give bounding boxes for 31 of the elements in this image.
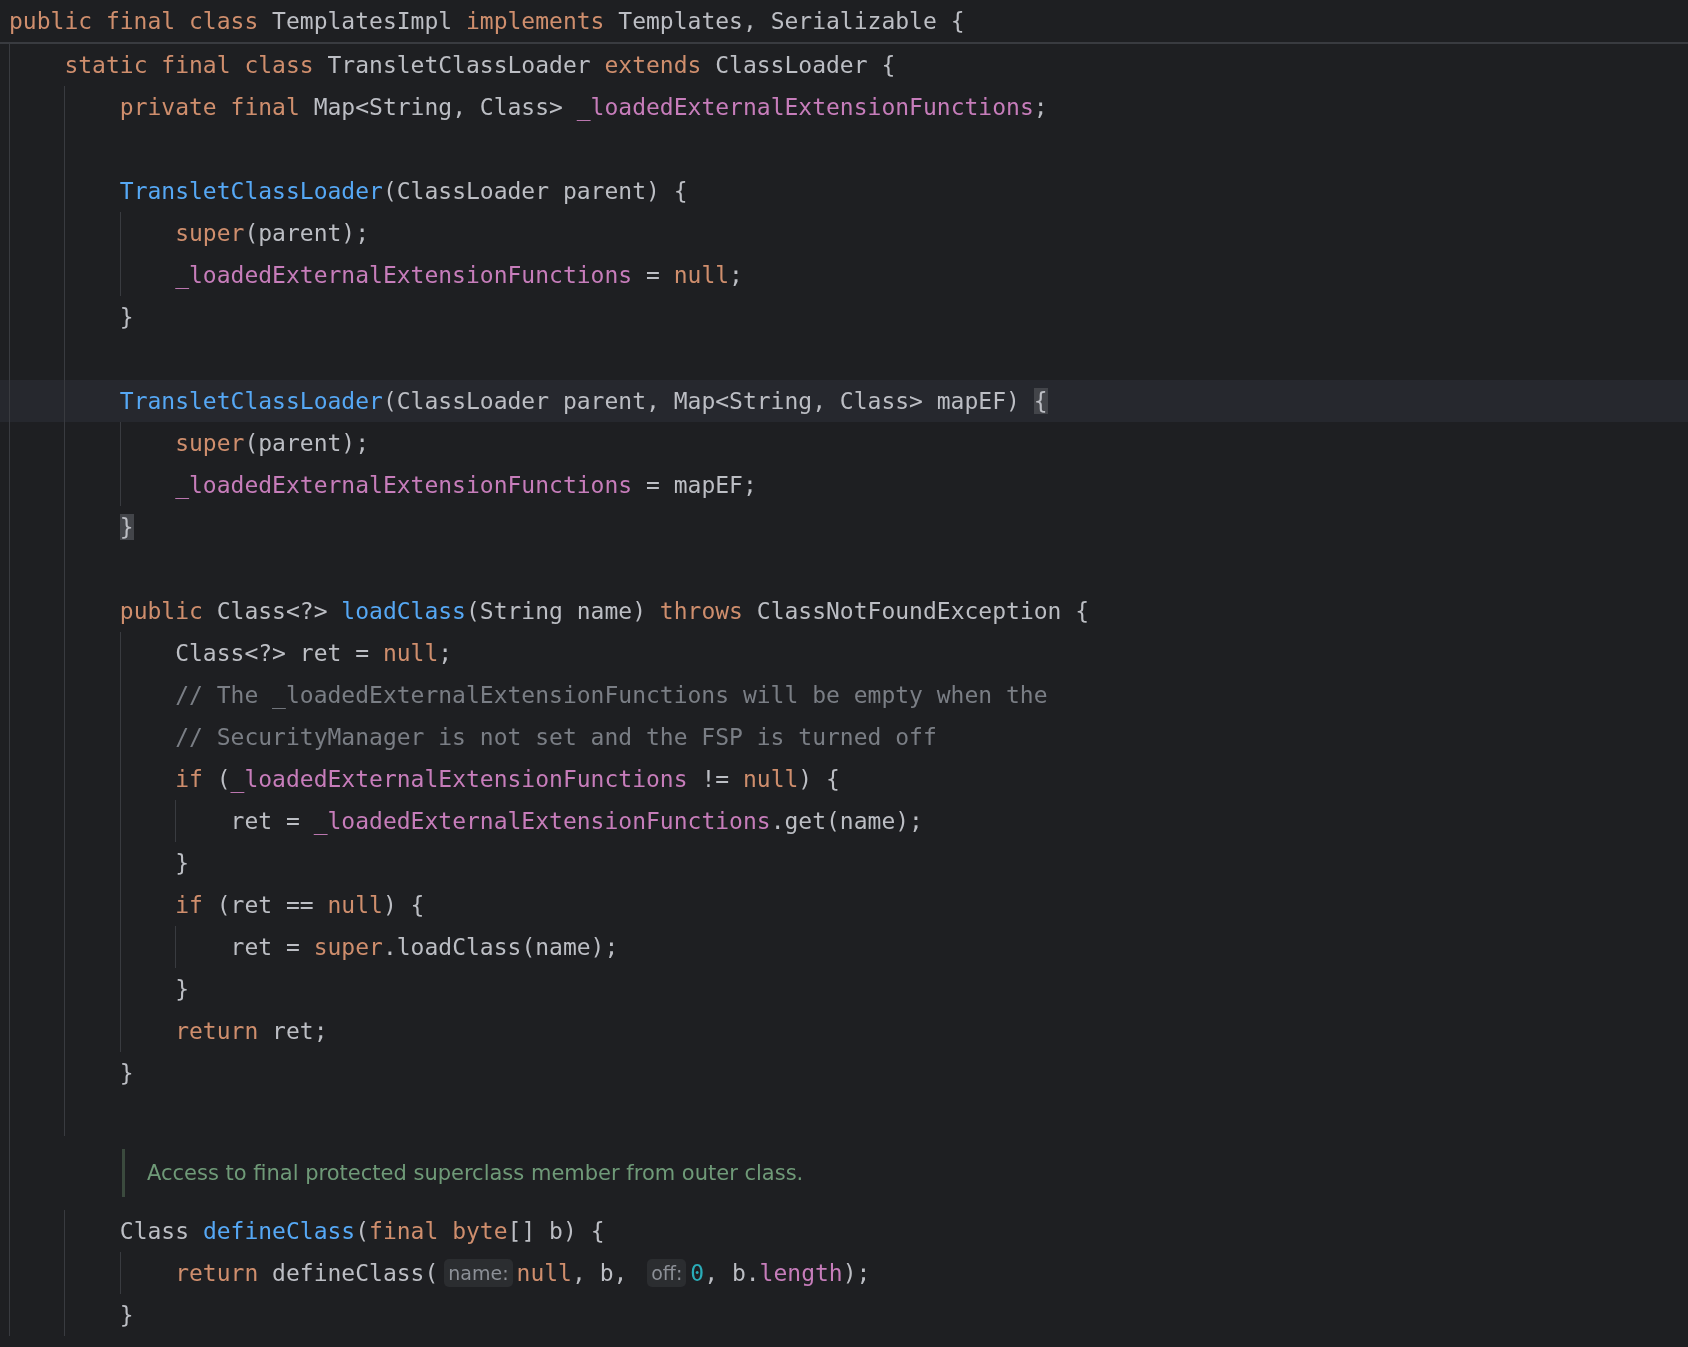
code-text: super(parent); [174, 220, 370, 246]
code-text: private final Map<String, Class> _loadedExternalExtensionFunctions; [118, 94, 1048, 120]
parameter-hint: name: [444, 1259, 513, 1287]
code-text: TransletClassLoader(ClassLoader parent, Map<String, Class> mapEF) { [118, 388, 1048, 414]
inline-documentation: Access to final protected superclass member from outer class. [122, 1149, 804, 1197]
code-text: _loadedExternalExtensionFunctions = mapEF; [174, 472, 757, 498]
code-text: ret = _loadedExternalExtensionFunctions.get(name); [229, 808, 923, 834]
code-text: super(parent); [174, 430, 370, 456]
code-text: } [118, 1302, 134, 1328]
code-text: return ret; [174, 1018, 328, 1044]
code-text: TransletClassLoader(ClassLoader parent) { [118, 178, 688, 204]
code-text: static final class TransletClassLoader extends ClassLoader { [63, 52, 896, 78]
code-text: Class defineClass(final byte[] b) { [118, 1218, 605, 1244]
code-text: null, b, [516, 1260, 629, 1286]
code-text: } [118, 304, 134, 330]
code-text: } [174, 850, 190, 876]
code-text: _loadedExternalExtensionFunctions = null; [174, 262, 743, 288]
parameter-hint: off: [647, 1259, 687, 1287]
code-text: } [174, 976, 190, 1002]
code-text: } [118, 514, 134, 540]
code-text: if (ret == null) { [174, 892, 425, 918]
code-text: 0, b.length); [690, 1260, 871, 1286]
code-text: public final class TemplatesImpl implements Templates, Serializable { [9, 8, 965, 34]
code-text: return defineClass( [174, 1260, 439, 1286]
code-text: public Class<?> loadClass(String name) throws ClassNotFoundException { [118, 598, 1090, 624]
code-text: // The _loadedExternalExtensionFunctions will be empty when the [174, 682, 1048, 708]
code-text: } [118, 1060, 134, 1086]
code-text: Class<?> ret = null; [174, 640, 453, 666]
code-text: ret = super.loadClass(name); [229, 934, 619, 960]
code-text: if (_loadedExternalExtensionFunctions != null) { [174, 766, 840, 792]
code-text: // SecurityManager is not set and the FSP is turned off [174, 724, 937, 750]
